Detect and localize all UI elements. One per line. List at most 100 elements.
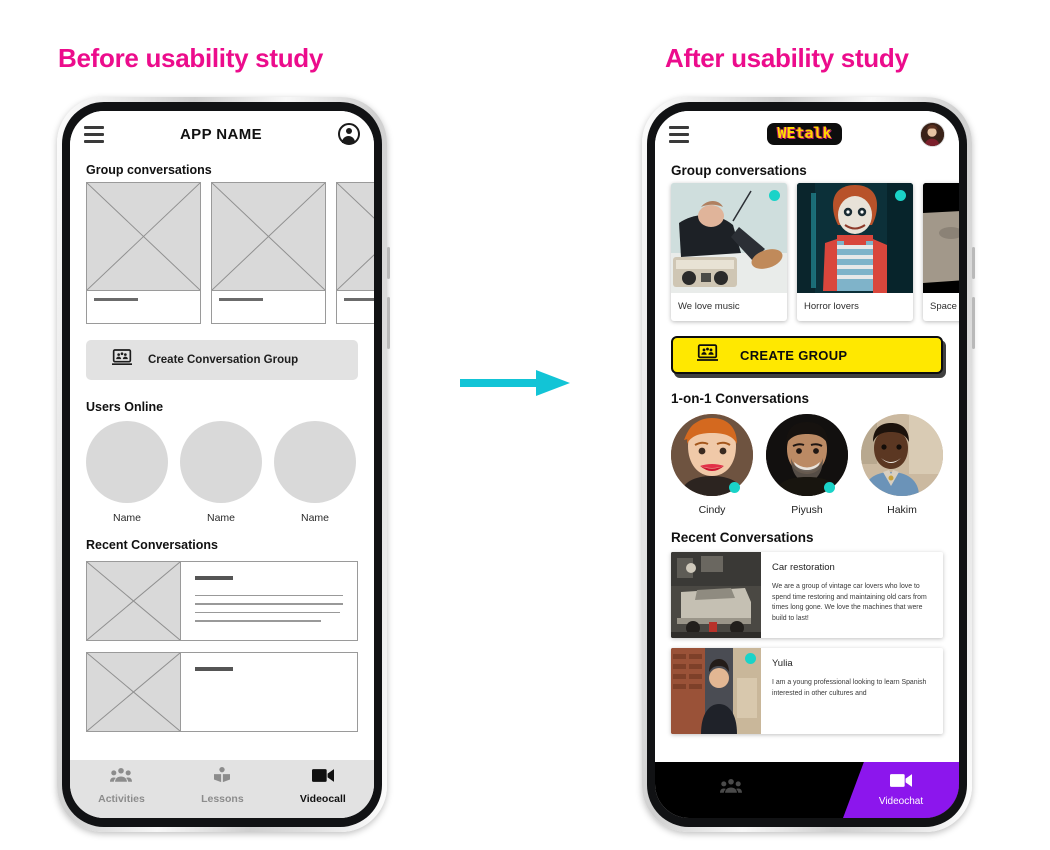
nav-label: Lessons [201, 793, 244, 805]
hamburger-icon[interactable] [669, 125, 689, 143]
image-placeholder [212, 183, 325, 291]
wireframe-user[interactable]: Name [86, 421, 168, 524]
group-presentation-icon [697, 343, 718, 367]
online-indicator [895, 190, 906, 201]
wireframe-group-card[interactable] [86, 182, 201, 324]
create-conversation-group-button[interactable]: Create Conversation Group [86, 340, 358, 380]
online-indicator [769, 190, 780, 201]
after-heading: After usability study [665, 43, 909, 73]
videocam-icon [311, 768, 334, 788]
after-people-heading: 1-on-1 Conversations [671, 391, 810, 406]
conversation-body: Yulia I am a young professional looking … [761, 648, 943, 734]
online-indicator [824, 482, 835, 493]
caption-placeholder [212, 291, 325, 323]
group-card[interactable]: We love music [671, 183, 787, 321]
nav-item-videocall[interactable]: Videocall [300, 768, 346, 805]
cindy-portrait-photo [671, 414, 753, 496]
online-indicator [729, 482, 740, 493]
image-placeholder [337, 183, 374, 291]
before-users-row: Name Name Name [70, 421, 374, 524]
caption-placeholder [87, 291, 200, 323]
person-card[interactable]: Piyush [766, 414, 848, 516]
app-title: APP NAME [179, 125, 263, 143]
before-recent-list [70, 557, 374, 732]
image-placeholder [87, 653, 181, 731]
after-phone-mockup: WE talk Group conversations We love musi… [642, 97, 975, 832]
after-phone-screen: WE talk Group conversations We love musi… [655, 111, 959, 818]
boombox-person-photo [671, 183, 787, 293]
people-icon [110, 767, 133, 788]
conversation-title: Yulia [772, 658, 793, 669]
text-placeholder [181, 653, 357, 731]
book-icon [213, 767, 231, 788]
account-circle-icon[interactable] [337, 123, 360, 145]
nav-item-activities[interactable]: Activities [98, 767, 145, 805]
wetalk-logo: WE talk [767, 123, 842, 145]
people-icon [720, 778, 742, 799]
person-name: Piyush [791, 504, 823, 516]
after-group-card-row: We love music Horror lovers Space [655, 183, 959, 321]
user-name: Name [300, 512, 329, 524]
image-placeholder [87, 183, 200, 291]
group-card-caption: Horror lovers [804, 301, 859, 312]
after-people-row: Cindy Piyush Hakim [655, 414, 959, 516]
before-group-heading: Group conversations [86, 163, 212, 177]
wireframe-user[interactable]: Name [274, 421, 356, 524]
wireframe-group-card[interactable] [211, 182, 326, 324]
horror-doll-photo [797, 183, 913, 293]
logo-talk-text: talk [795, 124, 832, 142]
hamburger-icon[interactable] [84, 125, 104, 143]
phone-bezel: APP NAME Group conversations Create Conv… [62, 102, 382, 827]
group-presentation-icon [112, 349, 132, 371]
after-bottom-nav: Videochat [655, 762, 959, 818]
before-users-heading: Users Online [86, 400, 164, 414]
create-group-label: CREATE GROUP [740, 347, 848, 363]
before-bottom-nav: Activities Lessons Videocall [70, 760, 374, 818]
nav-item-lessons[interactable]: Lessons [201, 767, 244, 805]
create-button-label: Create Conversation Group [148, 354, 299, 366]
group-card-caption: Space [930, 301, 957, 312]
logo-we-text: WE [777, 124, 796, 142]
before-group-card-row [70, 182, 374, 324]
after-recent-heading: Recent Conversations [671, 530, 814, 545]
wireframe-conversation-row[interactable] [86, 561, 358, 641]
nav-item-activities[interactable] [681, 778, 781, 803]
conversation-title: Car restoration [772, 562, 835, 573]
wireframe-conversation-row[interactable] [86, 652, 358, 732]
group-card[interactable]: Horror lovers [797, 183, 913, 321]
avatar-placeholder [274, 421, 356, 503]
yulia-portrait-photo [671, 648, 761, 734]
online-indicator [745, 653, 756, 664]
after-recent-list: Car restoration We are a group of vintag… [655, 550, 959, 734]
after-topbar: WE talk [655, 111, 959, 157]
group-card[interactable]: Space [923, 183, 959, 321]
conversation-description: I am a young professional looking to lea… [772, 679, 927, 697]
wireframe-group-card[interactable] [336, 182, 374, 324]
nav-label: Videochat [878, 796, 924, 807]
conversation-row[interactable]: Yulia I am a young professional looking … [671, 648, 943, 734]
create-group-button[interactable]: CREATE GROUP [671, 336, 943, 374]
conversation-row[interactable]: Car restoration We are a group of vintag… [671, 552, 943, 638]
phone-bezel: WE talk Group conversations We love musi… [647, 102, 967, 827]
piyush-portrait-photo [766, 414, 848, 496]
image-placeholder [87, 562, 181, 640]
nav-label: Videocall [299, 792, 346, 805]
before-topbar: APP NAME [70, 111, 374, 157]
before-phone-screen: APP NAME Group conversations Create Conv… [70, 111, 374, 818]
person-name: Hakim [887, 504, 917, 516]
user-name: Name [206, 512, 235, 524]
nav-item-videochat[interactable]: Videochat [843, 762, 959, 818]
person-card[interactable]: Hakim [861, 414, 943, 516]
videocam-icon [890, 773, 912, 793]
before-recent-heading: Recent Conversations [86, 538, 218, 552]
avatar-placeholder [180, 421, 262, 503]
user-avatar-photo[interactable] [920, 121, 945, 147]
before-heading: Before usability study [58, 43, 324, 73]
nav-label: Activities [98, 793, 145, 805]
person-card[interactable]: Cindy [671, 414, 753, 516]
caption-placeholder [337, 291, 374, 323]
conversation-body: Car restoration We are a group of vintag… [761, 552, 943, 638]
wireframe-user[interactable]: Name [180, 421, 262, 524]
transition-arrow [460, 368, 570, 398]
after-group-heading: Group conversations [671, 163, 807, 178]
